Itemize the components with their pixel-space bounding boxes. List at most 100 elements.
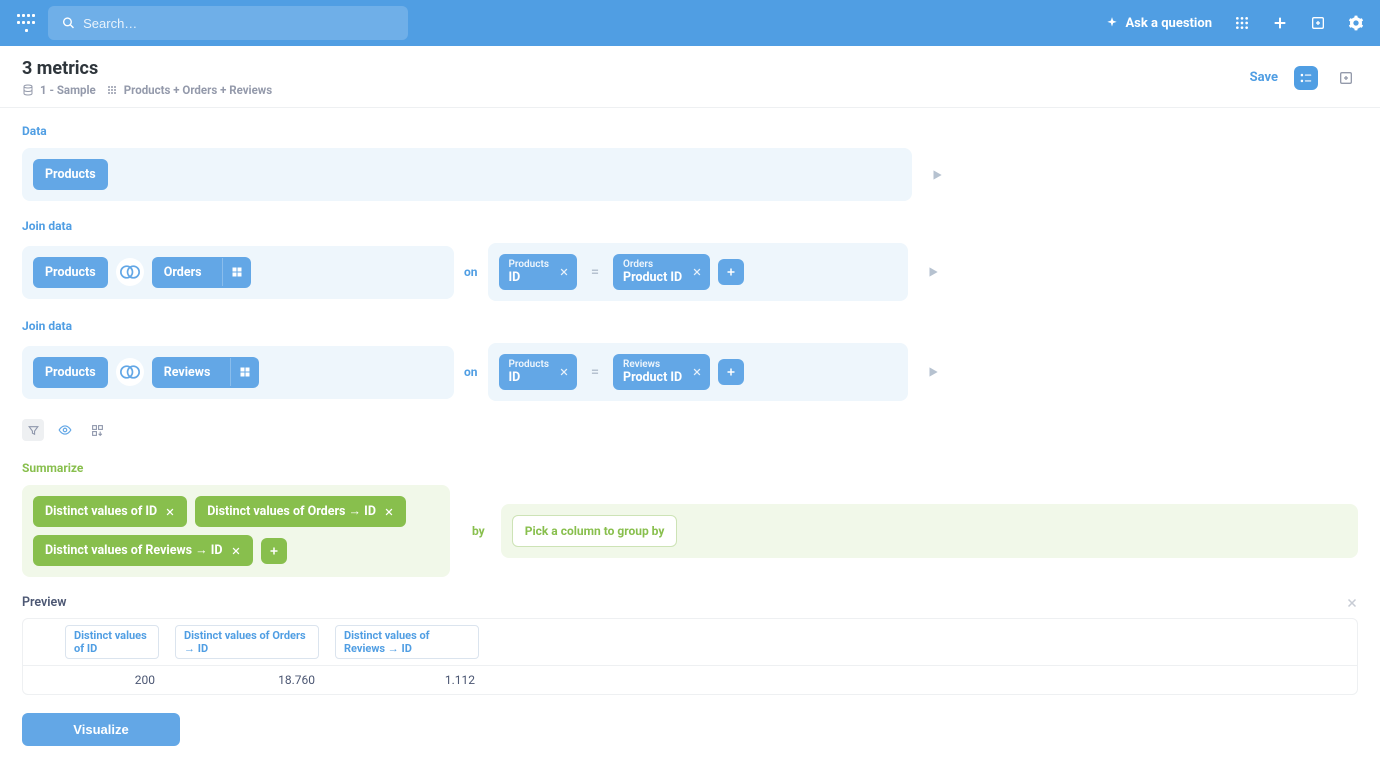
editor-icon <box>1299 71 1313 85</box>
play-button[interactable] <box>926 265 940 279</box>
search-input[interactable] <box>83 16 394 31</box>
eye-icon <box>58 423 72 437</box>
play-button[interactable] <box>926 365 940 379</box>
preview-cell: 1.112 <box>327 666 487 694</box>
ask-a-question-label: Ask a question <box>1125 16 1212 31</box>
close-preview[interactable] <box>1346 597 1358 609</box>
aggregation-pill[interactable]: Distinct values of ID <box>33 496 187 527</box>
preview-table: Distinct values of ID Distinct values of… <box>22 618 1358 695</box>
notebook-icon <box>1338 70 1354 86</box>
remove-icon[interactable] <box>384 507 394 517</box>
plus-icon <box>725 266 737 278</box>
tables-icon <box>106 84 118 96</box>
visualize-button[interactable]: Visualize <box>22 713 180 746</box>
filter-step-button[interactable] <box>22 419 44 441</box>
play-button[interactable] <box>930 168 944 182</box>
notebook-view-toggle[interactable] <box>1334 66 1358 90</box>
join2-right-column[interactable]: Reviews Product ID <box>613 354 710 390</box>
step-toolbar <box>22 419 1358 441</box>
preview-data-row: 200 18.760 1.112 <box>23 666 1357 694</box>
section-label-join: Join data <box>22 219 1358 233</box>
venn-icon <box>120 265 140 279</box>
breadcrumb-tables[interactable]: Products + Orders + Reviews <box>106 83 272 97</box>
breadcrumb: 1 - Sample Products + Orders + Reviews <box>22 83 1250 97</box>
aggregation-pill[interactable]: Distinct values of Reviews → ID <box>33 535 253 566</box>
columns-icon <box>231 266 243 278</box>
join2-type-button[interactable] <box>116 358 144 386</box>
join1-add-condition[interactable] <box>718 259 744 285</box>
section-label-preview: Preview <box>22 595 67 610</box>
join1-conditions-well: Products ID = Orders Product ID <box>488 243 908 301</box>
app-grid-icon[interactable] <box>1234 15 1250 31</box>
editor-content: Data Products Join data Products Orders … <box>0 108 1380 770</box>
sparkle-icon <box>1105 16 1119 30</box>
section-label-join: Join data <box>22 319 1358 333</box>
editor-view-toggle[interactable] <box>1294 66 1318 90</box>
remove-icon[interactable] <box>165 507 175 517</box>
join1-right-columns-button[interactable] <box>222 258 251 286</box>
page-title[interactable]: 3 metrics <box>22 58 1250 79</box>
save-button[interactable]: Save <box>1250 70 1278 85</box>
database-icon <box>22 84 34 96</box>
join2-left-well: Products Reviews <box>22 346 454 399</box>
aggregations-well: Distinct values of ID Distinct values of… <box>22 485 450 577</box>
join2-right-columns-button[interactable] <box>230 358 259 386</box>
preview-col-header[interactable]: Distinct values of Reviews → ID <box>335 625 479 659</box>
join1-left-table[interactable]: Products <box>33 257 108 288</box>
topbar: Ask a question <box>0 0 1380 46</box>
data-source-label: Products <box>45 167 96 182</box>
aggregation-pill[interactable]: Distinct values of Orders → ID <box>195 496 406 527</box>
data-source-pill[interactable]: Products <box>33 159 108 190</box>
join2-left-table[interactable]: Products <box>33 357 108 388</box>
pick-groupby-column[interactable]: Pick a column to group by <box>512 515 678 547</box>
filter-icon <box>27 424 40 437</box>
remove-icon[interactable] <box>692 367 702 377</box>
join1-on-label: on <box>464 265 478 279</box>
by-label: by <box>472 524 485 538</box>
app-logo[interactable] <box>16 13 36 33</box>
join1-right-table[interactable]: Orders <box>152 257 251 288</box>
breadcrumb-tables-label: Products + Orders + Reviews <box>124 83 272 97</box>
preview-cell: 18.760 <box>167 666 327 694</box>
page-header: 3 metrics 1 - Sample Products + Orders +… <box>0 46 1380 108</box>
settings-gear-icon[interactable] <box>1348 15 1364 31</box>
new-icon[interactable] <box>1272 15 1288 31</box>
play-icon <box>926 365 940 379</box>
join2-on-label: on <box>464 365 478 379</box>
join1-left-column[interactable]: Products ID <box>499 254 577 290</box>
remove-icon[interactable] <box>692 267 702 277</box>
custom-column-step-button[interactable] <box>54 419 76 441</box>
join2-left-column[interactable]: Products ID <box>499 354 577 390</box>
preview-col-header[interactable]: Distinct values of ID <box>65 625 159 659</box>
join2-add-condition[interactable] <box>718 359 744 385</box>
join2-right-table[interactable]: Reviews <box>152 357 260 388</box>
play-icon <box>926 265 940 279</box>
close-icon <box>1346 597 1358 609</box>
ask-a-question[interactable]: Ask a question <box>1105 16 1212 31</box>
remove-icon[interactable] <box>559 267 569 277</box>
remove-icon[interactable] <box>559 367 569 377</box>
join1-right-column[interactable]: Orders Product ID <box>613 254 710 290</box>
breadcrumb-database-label: 1 - Sample <box>40 83 96 97</box>
preview-header-row: Distinct values of ID Distinct values of… <box>23 619 1357 666</box>
sort-icon <box>91 424 104 437</box>
sort-step-button[interactable] <box>86 419 108 441</box>
plus-icon <box>725 366 737 378</box>
join2-equals: = <box>591 364 599 380</box>
play-icon <box>930 168 944 182</box>
data-well: Products <box>22 148 912 201</box>
breadcrumb-database[interactable]: 1 - Sample <box>22 83 96 97</box>
columns-icon <box>239 366 251 378</box>
preview-cell: 200 <box>57 666 167 694</box>
collection-icon[interactable] <box>1310 15 1326 31</box>
join1-left-well: Products Orders <box>22 246 454 299</box>
join1-type-button[interactable] <box>116 258 144 286</box>
groupby-well: Pick a column to group by <box>501 504 1358 558</box>
remove-icon[interactable] <box>231 546 241 556</box>
venn-icon <box>120 365 140 379</box>
join2-conditions-well: Products ID = Reviews Product ID <box>488 343 908 401</box>
section-label-data: Data <box>22 124 1358 138</box>
add-aggregation[interactable] <box>261 538 287 564</box>
preview-col-header[interactable]: Distinct values of Orders → ID <box>175 625 319 659</box>
search-box[interactable] <box>48 6 408 40</box>
